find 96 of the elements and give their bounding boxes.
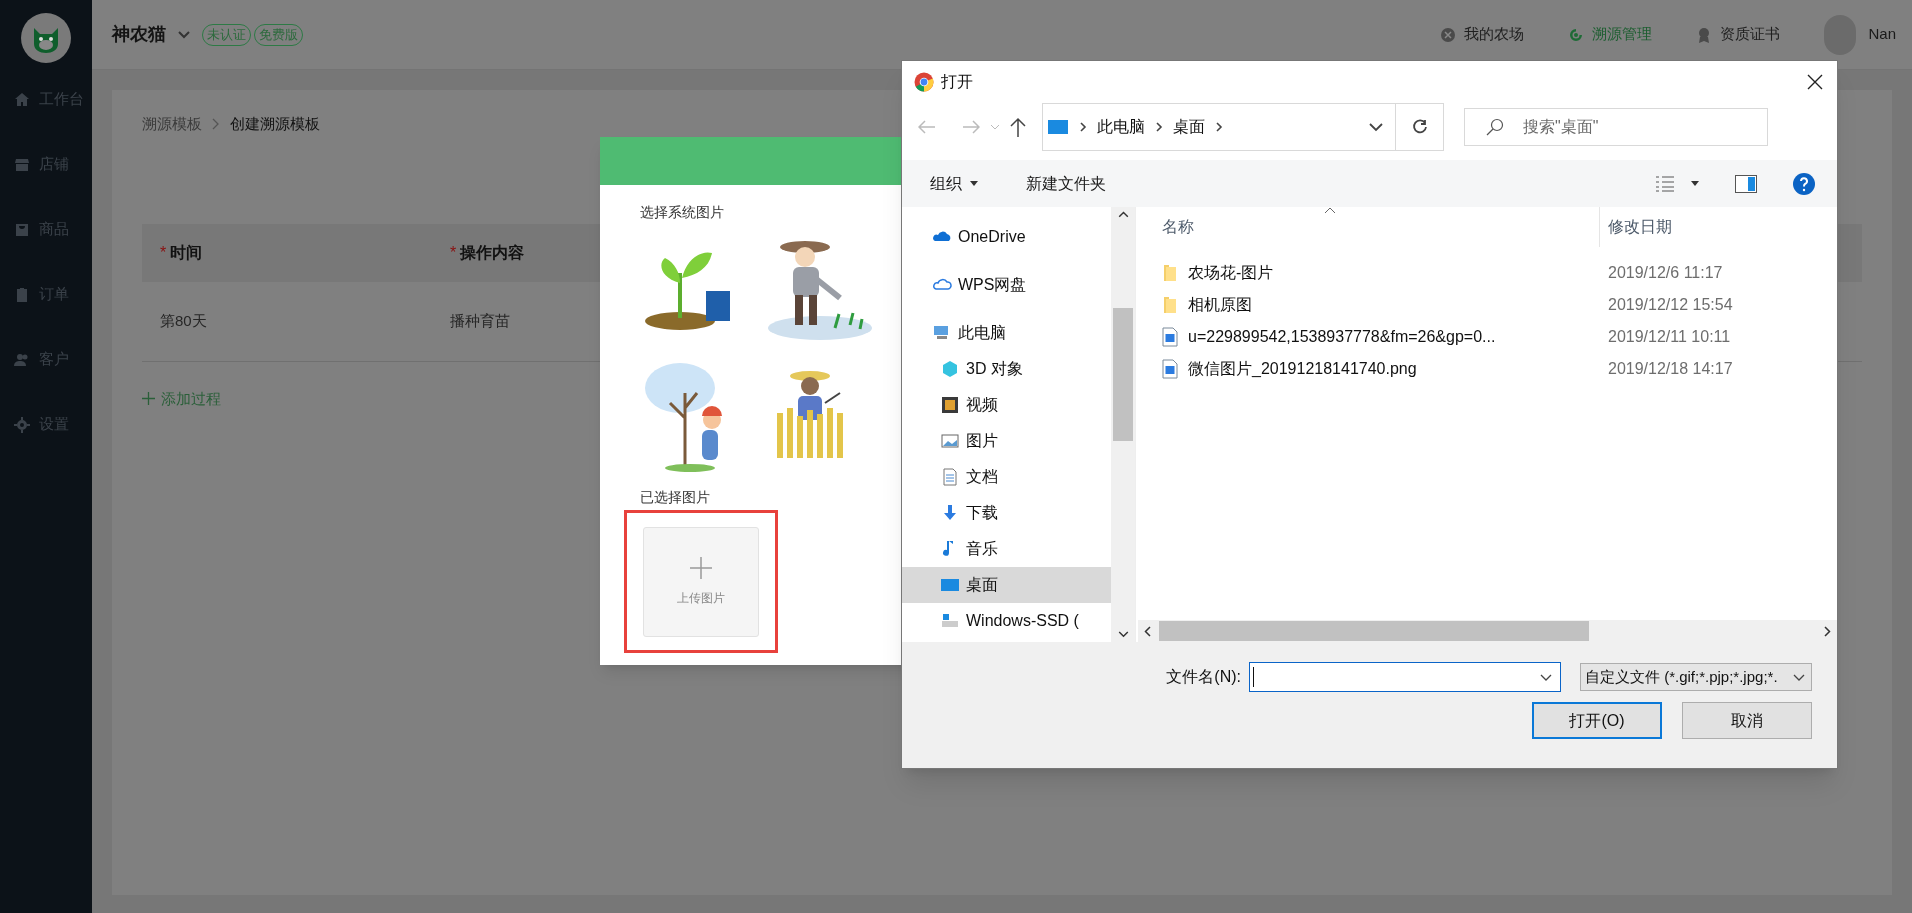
- folder-icon: [1162, 296, 1178, 314]
- dialog-title: 打开: [941, 72, 973, 92]
- dropdown-caret-icon: [1540, 673, 1552, 681]
- address-bar[interactable]: 此电脑 桌面: [1042, 103, 1444, 151]
- required-mark: *: [160, 243, 167, 261]
- scroll-up-icon: [1117, 211, 1129, 218]
- file-name[interactable]: u=229899542,1538937778&fm=26&gp=0...: [1188, 325, 1496, 349]
- preview-pane-icon[interactable]: [1735, 174, 1757, 193]
- nav-link-icon: [1440, 26, 1457, 43]
- nav-pane-item[interactable]: 图片: [902, 423, 1111, 459]
- file-name[interactable]: 相机原图: [1188, 293, 1252, 317]
- nav-pane-item[interactable]: 下载: [902, 495, 1111, 531]
- sidebar-item-icon: [14, 91, 30, 108]
- plus-icon: [142, 392, 155, 406]
- nav-pane-item[interactable]: WPS网盘: [902, 267, 1111, 303]
- sort-ascending-icon: [1324, 207, 1336, 214]
- chevron-right-icon: [1215, 122, 1223, 132]
- column-header[interactable]: 名称: [1138, 207, 1600, 247]
- file-type-dropdown[interactable]: 自定义文件 (*.gif;*.pjp;*.jpg;*.: [1580, 663, 1812, 691]
- field-label: 文件名(N):: [1166, 667, 1241, 687]
- section-label: 选择系统图片: [640, 203, 725, 222]
- file-date: 2019/12/18 14:17: [1607, 359, 1733, 379]
- breadcrumb-current: 创建溯源模板: [230, 114, 320, 134]
- help-icon[interactable]: [1793, 172, 1815, 195]
- file-date: 2019/12/12 15:54: [1607, 295, 1733, 315]
- column-header[interactable]: 修改日期: [1600, 215, 1672, 239]
- up-arrow-icon[interactable]: [1010, 117, 1026, 137]
- file-date: 2019/12/6 11:17: [1607, 263, 1723, 283]
- browser-logo-icon: [914, 72, 934, 92]
- nav-pane-item[interactable]: 音乐: [902, 531, 1111, 567]
- sidebar-item-icon: [14, 221, 30, 238]
- close-icon[interactable]: [1807, 74, 1823, 90]
- monitor-icon: [1047, 119, 1069, 135]
- table-cell-text: 第80天: [159, 310, 208, 331]
- chevron-right-icon: [1079, 122, 1087, 132]
- user-name: Nan: [1868, 24, 1896, 45]
- file-date: 2019/12/11 10:11: [1607, 327, 1731, 347]
- filename-input[interactable]: [1249, 662, 1561, 692]
- nav-item-icon: [940, 359, 960, 379]
- dropdown-caret-icon: [1793, 673, 1805, 681]
- scrollbar-thumb[interactable]: [1113, 307, 1133, 442]
- sidebar-item-icon: [14, 351, 30, 368]
- brand-name: 神农猫: [112, 23, 166, 46]
- chevron-right-icon: [212, 118, 220, 131]
- path-segment[interactable]: 桌面: [1173, 115, 1205, 139]
- image-file-icon: [1162, 327, 1178, 347]
- nav-link-icon: [1568, 26, 1585, 43]
- nav-pane-item[interactable]: 此电脑: [902, 315, 1111, 351]
- nav-item-icon: [940, 467, 960, 487]
- folder-icon: [1162, 264, 1178, 282]
- sidebar-item-icon: [14, 416, 30, 433]
- column-header: * 操作内容: [449, 242, 525, 263]
- chevron-down-icon[interactable]: [178, 30, 190, 39]
- nav-pane-item[interactable]: 3D 对象: [902, 351, 1111, 387]
- path-segment[interactable]: 此电脑: [1097, 115, 1145, 139]
- search-field[interactable]: 搜索"桌面": [1464, 108, 1768, 146]
- top-nav-link[interactable]: 我的农场: [1440, 23, 1525, 46]
- nav-pane-item[interactable]: OneDrive: [902, 219, 1111, 255]
- scroll-right-icon: [1824, 625, 1831, 637]
- image-file-icon: [1162, 359, 1178, 379]
- required-mark: *: [450, 243, 457, 261]
- text-cursor: [1253, 667, 1254, 687]
- nav-pane-item[interactable]: 文档: [902, 459, 1111, 495]
- chevron-right-icon: [1155, 122, 1163, 132]
- refresh-icon: [1411, 119, 1428, 135]
- sidebar-item-icon: [14, 156, 30, 173]
- back-arrow-icon[interactable]: [918, 120, 936, 134]
- scroll-down-icon: [1117, 631, 1129, 638]
- vertical-scrollbar[interactable]: [1111, 207, 1135, 642]
- top-nav-link[interactable]: 资质证书: [1696, 23, 1781, 46]
- section-label: 已选择图片: [640, 488, 711, 507]
- table-cell-text: 播种育苗: [449, 310, 510, 331]
- view-options-icon[interactable]: [1655, 174, 1675, 193]
- scrollbar-thumb[interactable]: [1159, 621, 1589, 641]
- plus-icon: [690, 556, 712, 579]
- caret-icon: [970, 181, 978, 186]
- new-folder-button[interactable]: 新建文件夹: [1026, 171, 1106, 196]
- nav-pane-item[interactable]: 桌面: [902, 567, 1111, 603]
- nav-item-icon: [940, 395, 960, 415]
- search-icon: [1486, 118, 1504, 136]
- cat-logo-icon: [21, 13, 71, 63]
- nav-pane-item[interactable]: 视频: [902, 387, 1111, 423]
- caret-icon[interactable]: [1691, 181, 1699, 186]
- column-header: * 时间: [159, 242, 204, 263]
- organize-menu-button[interactable]: 组织: [930, 171, 978, 196]
- horizontal-scrollbar[interactable]: [1138, 620, 1837, 642]
- dropdown-caret-icon[interactable]: [1369, 122, 1383, 132]
- scroll-left-icon: [1144, 625, 1151, 637]
- forward-arrow-icon[interactable]: [962, 120, 980, 134]
- cancel-button[interactable]: 取消: [1682, 702, 1812, 739]
- nav-pane-item[interactable]: Windows-SSD (: [902, 603, 1111, 639]
- file-name[interactable]: 农场花-图片: [1188, 261, 1274, 285]
- sidebar-item-icon: [14, 286, 30, 303]
- nav-item-icon: [940, 431, 960, 451]
- file-name[interactable]: 微信图片_20191218141740.png: [1188, 357, 1417, 381]
- open-button[interactable]: 打开(O): [1532, 702, 1662, 739]
